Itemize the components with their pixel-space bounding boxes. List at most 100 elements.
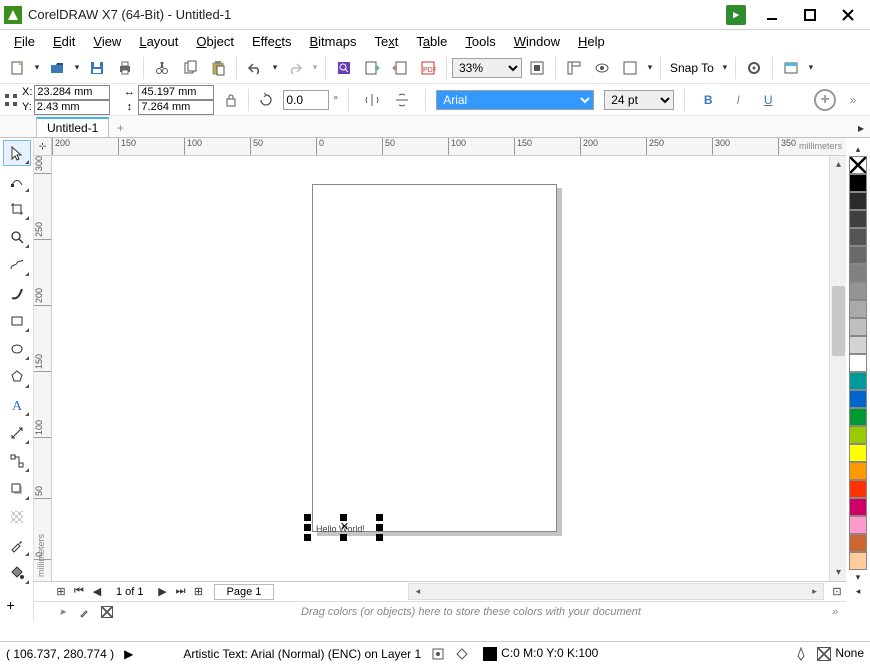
ruler-origin[interactable]: ⊹ <box>34 138 52 156</box>
menu-table[interactable]: Table <box>408 32 455 51</box>
open-button[interactable] <box>44 55 70 81</box>
polygon-tool[interactable] <box>3 364 31 390</box>
add-property-button[interactable]: + <box>814 89 836 111</box>
no-fill-swatch[interactable] <box>849 156 867 174</box>
navigator-button[interactable]: ⊡ <box>828 583 846 601</box>
color-swatch[interactable] <box>849 390 867 408</box>
undo-dropdown[interactable]: ▾ <box>270 62 280 73</box>
menu-object[interactable]: Object <box>188 32 242 51</box>
save-button[interactable] <box>84 55 110 81</box>
selection-handle[interactable] <box>340 534 347 541</box>
snap-to-label[interactable]: Snap To <box>666 61 718 75</box>
tabstrip-arrow[interactable]: ▸ <box>852 119 870 137</box>
color-swatch[interactable] <box>849 372 867 390</box>
status-icon-1[interactable] <box>431 647 445 661</box>
palette-flyout-icon[interactable]: ▸ <box>54 604 72 620</box>
no-color-icon[interactable] <box>98 604 116 620</box>
overflow-button[interactable]: » <box>840 87 866 113</box>
menu-tools[interactable]: Tools <box>457 32 503 51</box>
palette-scroll-down[interactable]: ▾ <box>856 570 861 584</box>
full-screen-button[interactable] <box>524 55 550 81</box>
horizontal-scrollbar[interactable]: ◂ ▸ <box>408 583 824 600</box>
import-button[interactable] <box>359 55 385 81</box>
copy-button[interactable] <box>177 55 203 81</box>
color-swatch[interactable] <box>849 336 867 354</box>
last-page-button[interactable]: ⏭ <box>172 583 190 601</box>
page-tab[interactable]: Page 1 <box>214 584 275 600</box>
color-swatch[interactable] <box>849 210 867 228</box>
palette-overflow-icon[interactable]: » <box>826 604 844 620</box>
shape-tool[interactable] <box>3 168 31 194</box>
transparency-tool[interactable] <box>3 504 31 530</box>
bold-button[interactable]: B <box>695 87 721 113</box>
freehand-tool[interactable] <box>3 252 31 278</box>
menu-edit[interactable]: Edit <box>45 32 83 51</box>
outline-color[interactable]: C:0 M:0 Y:0 K:100 <box>479 646 598 661</box>
color-swatch[interactable] <box>849 498 867 516</box>
new-button[interactable] <box>4 55 30 81</box>
selection-handle[interactable] <box>376 514 383 521</box>
redo-button[interactable] <box>282 55 308 81</box>
first-page-button[interactable]: ⏮ <box>70 583 88 601</box>
font-size-select[interactable]: 24 pt <box>604 90 674 110</box>
open-dropdown[interactable]: ▾ <box>72 62 82 73</box>
fill-color[interactable]: None <box>817 646 864 661</box>
selection-handle[interactable] <box>304 524 311 531</box>
palette-expand[interactable]: ◂ <box>856 584 861 598</box>
connector-tool[interactable] <box>3 448 31 474</box>
color-swatch[interactable] <box>849 354 867 372</box>
snap-to-dropdown[interactable]: ▾ <box>720 62 730 73</box>
close-button[interactable] <box>830 3 866 27</box>
show-dropdown[interactable]: ▾ <box>645 62 655 73</box>
scroll-down-icon[interactable]: ▾ <box>830 564 846 581</box>
maximize-button[interactable] <box>792 3 828 27</box>
parallel-dimension-tool[interactable] <box>3 420 31 446</box>
horizontal-ruler[interactable]: 200 150 100 50 0 50 100 150 200 250 300 … <box>52 138 846 156</box>
width-input[interactable] <box>138 85 214 100</box>
ellipse-tool[interactable] <box>3 336 31 362</box>
y-input[interactable] <box>34 100 110 115</box>
redo-dropdown[interactable]: ▾ <box>310 62 320 73</box>
pick-tool[interactable] <box>3 140 31 166</box>
lock-ratio-button[interactable] <box>218 87 244 113</box>
drawing-canvas[interactable]: Hello World! ✕ <box>52 156 829 581</box>
color-swatch[interactable] <box>849 480 867 498</box>
undo-button[interactable] <box>242 55 268 81</box>
welcome-icon[interactable]: ▸ <box>726 5 746 25</box>
add-page-before-button[interactable]: ⊞ <box>52 583 70 601</box>
status-icon-2[interactable] <box>455 647 469 661</box>
color-swatch[interactable] <box>849 444 867 462</box>
selection-center[interactable]: ✕ <box>340 522 349 531</box>
prev-page-button[interactable]: ◀ <box>88 583 106 601</box>
print-button[interactable] <box>112 55 138 81</box>
add-document-tab[interactable]: + <box>111 119 129 137</box>
x-input[interactable] <box>34 85 110 100</box>
menu-text[interactable]: Text <box>366 32 406 51</box>
selection-handle[interactable] <box>304 514 311 521</box>
vertical-ruler[interactable]: 300 250 200 150 100 50 0 millimeters <box>34 156 52 581</box>
color-swatch[interactable] <box>849 552 867 570</box>
drop-shadow-tool[interactable] <box>3 476 31 502</box>
scroll-left-icon[interactable]: ◂ <box>409 584 426 599</box>
artistic-media-tool[interactable] <box>3 280 31 306</box>
next-page-button[interactable]: ▶ <box>154 583 172 601</box>
minimize-button[interactable] <box>754 3 790 27</box>
color-swatch[interactable] <box>849 264 867 282</box>
text-tool[interactable]: A <box>3 392 31 418</box>
color-swatch[interactable] <box>849 516 867 534</box>
menu-window[interactable]: Window <box>506 32 568 51</box>
zoom-select[interactable]: 33% <box>452 58 522 78</box>
menu-help[interactable]: Help <box>570 32 613 51</box>
quick-customize-button[interactable]: + <box>3 594 31 620</box>
zoom-tool[interactable] <box>3 224 31 250</box>
mirror-v-button[interactable] <box>389 87 415 113</box>
launcher-dropdown[interactable]: ▾ <box>806 62 816 73</box>
palette-scroll-up[interactable]: ▴ <box>856 142 861 156</box>
pen-icon[interactable] <box>795 647 807 661</box>
selection-handle[interactable] <box>376 524 383 531</box>
italic-button[interactable]: I <box>725 87 751 113</box>
selection-handle[interactable] <box>304 534 311 541</box>
scroll-thumb[interactable] <box>832 286 845 356</box>
show-rulers-button[interactable] <box>561 55 587 81</box>
color-swatch[interactable] <box>849 246 867 264</box>
